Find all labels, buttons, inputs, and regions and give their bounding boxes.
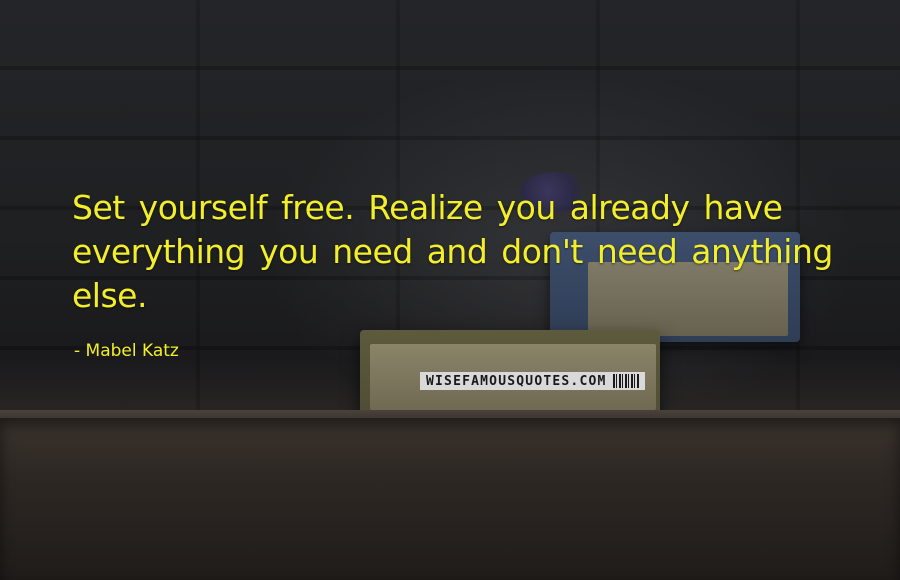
- watermark-badge: WISEFAMOUSQUOTES.COM: [420, 372, 645, 390]
- barcode-icon: [612, 374, 639, 388]
- stone-ledge: [0, 418, 900, 580]
- watermark-text: WISEFAMOUSQUOTES.COM: [426, 373, 607, 389]
- quote-image: Set yourself free. Realize you already h…: [0, 0, 900, 580]
- quote-text: Set yourself free. Realize you already h…: [72, 188, 833, 315]
- quote-author: - Mabel Katz: [74, 341, 179, 361]
